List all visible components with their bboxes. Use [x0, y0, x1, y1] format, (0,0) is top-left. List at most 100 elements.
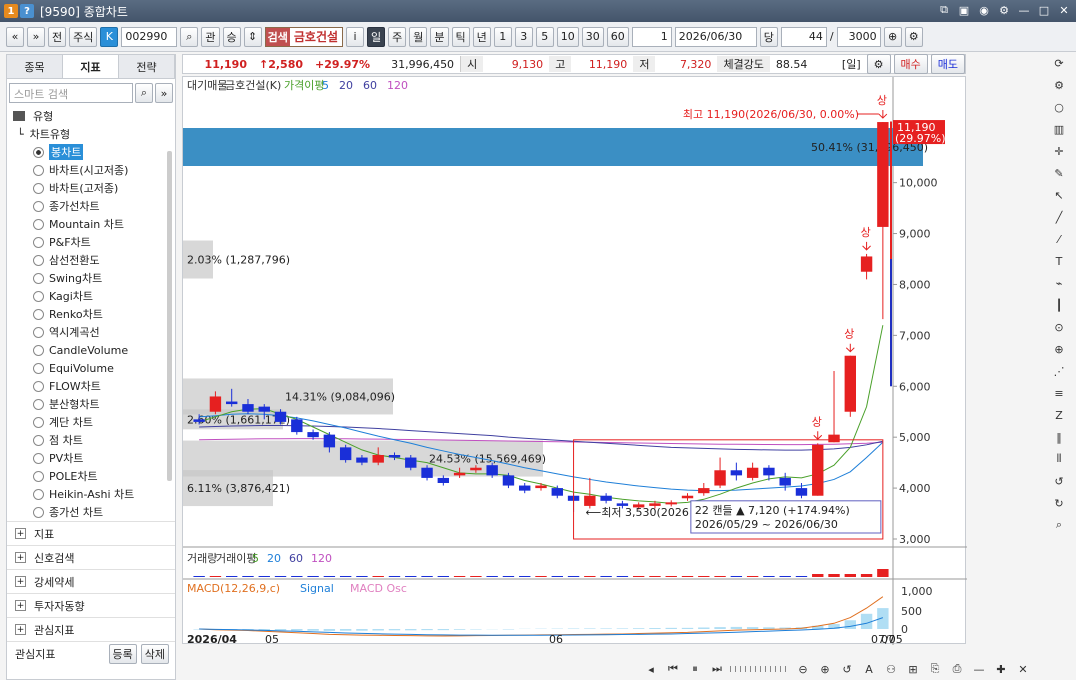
- bars-icon[interactable]: ‖: [1050, 428, 1068, 446]
- zoom-icon[interactable]: ⊕: [883, 26, 902, 47]
- gear-icon[interactable]: ⚙: [1050, 76, 1068, 94]
- chart-type-item[interactable]: 봉차트: [7, 143, 175, 161]
- pause-icon[interactable]: ⏸: [686, 660, 704, 678]
- chart-type-item[interactable]: 분산형차트: [7, 395, 175, 413]
- zoom-out-icon[interactable]: ⊖: [794, 660, 812, 678]
- chart-type-item[interactable]: Renko차트: [7, 305, 175, 323]
- circle-icon[interactable]: ○: [1050, 98, 1068, 116]
- minimize-icon[interactable]: —: [1016, 2, 1032, 18]
- export-icon[interactable]: ⎘: [926, 660, 944, 678]
- font-icon[interactable]: A: [860, 660, 878, 678]
- reset-icon[interactable]: ↺: [838, 660, 856, 678]
- tab-stocks[interactable]: 종목: [7, 55, 63, 78]
- chart-type-item[interactable]: 종가선차트: [7, 197, 175, 215]
- stock-type-select[interactable]: 주식: [69, 26, 98, 47]
- k-badge[interactable]: K: [100, 26, 119, 47]
- smart-search-input[interactable]: 스마트 검색: [9, 83, 133, 103]
- magnifier-icon[interactable]: ⊙: [1050, 318, 1068, 336]
- code-input[interactable]: 002990: [121, 26, 178, 47]
- num-5[interactable]: 5: [535, 26, 554, 47]
- jeon-button[interactable]: 전: [48, 26, 67, 47]
- tab-strategy[interactable]: 전략: [119, 55, 175, 78]
- count-input[interactable]: 44: [780, 26, 827, 47]
- num-1[interactable]: 1: [493, 26, 512, 47]
- chart-type-item[interactable]: 삼선전환도: [7, 251, 175, 269]
- help-icon[interactable]: ?: [20, 4, 34, 18]
- category-indicators[interactable]: + 지표: [7, 521, 175, 545]
- search-icon[interactable]: ⌕: [135, 83, 153, 103]
- close-icon[interactable]: ✕: [1056, 2, 1072, 18]
- num-3[interactable]: 3: [514, 26, 533, 47]
- auto-icon[interactable]: ⁄: [1050, 230, 1068, 248]
- text-icon[interactable]: T: [1050, 252, 1068, 270]
- period-minute[interactable]: 분: [430, 26, 449, 47]
- chart-type-item[interactable]: CandleVolume: [7, 341, 175, 359]
- grid-icon[interactable]: ⊞: [904, 660, 922, 678]
- zoom-icon[interactable]: ⊕: [1050, 340, 1068, 358]
- first-icon[interactable]: ⏮: [664, 660, 682, 678]
- candle-icon[interactable]: ┃: [1050, 296, 1068, 314]
- line-icon[interactable]: ╱: [1050, 208, 1068, 226]
- num-60[interactable]: 60: [606, 26, 629, 47]
- stock-name-box[interactable]: 검색 금호건설: [264, 26, 344, 47]
- chart-type-item[interactable]: 종가선 차트: [7, 503, 175, 521]
- unit-count-input[interactable]: 1: [631, 26, 672, 47]
- chart-type-item[interactable]: Mountain 차트: [7, 215, 175, 233]
- settings-icon[interactable]: ⚙: [996, 2, 1012, 18]
- info-button[interactable]: i: [346, 26, 365, 47]
- z-icon[interactable]: Z: [1050, 406, 1068, 424]
- chart-type-item[interactable]: P&F차트: [7, 233, 175, 251]
- sell-order-button[interactable]: 매도: [930, 54, 965, 74]
- chart-type-node[interactable]: └ 차트유형: [7, 125, 175, 143]
- stepper-button[interactable]: ⇕: [243, 26, 262, 47]
- chart-panel[interactable]: 대기매물 금호건설(K) 가격이평 5 20 60 120 3,000 4,000 5,000 6,…: [182, 76, 967, 646]
- dropdown-button[interactable]: »: [27, 26, 45, 47]
- period-month[interactable]: 월: [409, 26, 428, 47]
- chart-svg[interactable]: 대기매물금호건설(K) 가격이평5 20 60 1203,0004,0005,0006,…: [183, 77, 967, 646]
- pen-icon[interactable]: ✎: [1050, 164, 1068, 182]
- quote-settings-icon[interactable]: ⚙: [866, 54, 891, 74]
- num-30[interactable]: 30: [581, 26, 604, 47]
- last-icon[interactable]: ⏭: [708, 660, 726, 678]
- crosshair-icon[interactable]: ✛: [1050, 142, 1068, 160]
- max-input[interactable]: 3000: [836, 26, 881, 47]
- pointer-icon[interactable]: ↖: [1050, 186, 1068, 204]
- pattern-icon[interactable]: ⌁: [1050, 274, 1068, 292]
- chart-type-item[interactable]: 역시계곡선: [7, 323, 175, 341]
- search-button[interactable]: ⌕: [180, 26, 199, 47]
- chart-type-item[interactable]: 점 차트: [7, 431, 175, 449]
- prev-button[interactable]: «: [6, 26, 24, 47]
- chart-type-item[interactable]: EquiVolume: [7, 359, 175, 377]
- period-tick[interactable]: 틱: [451, 26, 470, 47]
- search-icon[interactable]: ⌕: [1050, 516, 1068, 534]
- maximize-icon[interactable]: □: [1036, 2, 1052, 18]
- camera-icon[interactable]: ◉: [976, 2, 992, 18]
- columns-icon[interactable]: ⦀: [1050, 450, 1068, 468]
- period-day[interactable]: 일: [367, 26, 386, 47]
- chart-type-item[interactable]: Heikin-Ashi 차트: [7, 485, 175, 503]
- chart-type-item[interactable]: 바차트(시고저종): [7, 161, 175, 179]
- save-icon[interactable]: ▣: [956, 2, 972, 18]
- print-icon[interactable]: ⎙: [948, 660, 966, 678]
- compare-icon[interactable]: ≡: [1050, 384, 1068, 402]
- pin-icon[interactable]: ⧉: [936, 2, 952, 18]
- period-week[interactable]: 주: [388, 26, 407, 47]
- category-favorites[interactable]: + 관심지표: [7, 617, 175, 641]
- chart-type-item[interactable]: Kagi차트: [7, 287, 175, 305]
- add-icon[interactable]: ✚: [992, 660, 1010, 678]
- zoom-slider[interactable]: [730, 666, 790, 672]
- chart-type-item[interactable]: 바차트(고저종): [7, 179, 175, 197]
- zoom-in-icon[interactable]: ⊕: [816, 660, 834, 678]
- register-button[interactable]: 등록: [108, 643, 137, 664]
- close-icon[interactable]: ✕: [1014, 660, 1032, 678]
- date-input[interactable]: 2026/06/30: [674, 26, 757, 47]
- buy-order-button[interactable]: 매수: [893, 54, 928, 74]
- sidebar-scrollbar[interactable]: [167, 151, 172, 481]
- num-10[interactable]: 10: [556, 26, 579, 47]
- chart-type-item[interactable]: FLOW차트: [7, 377, 175, 395]
- refresh-icon[interactable]: ⟳: [1050, 54, 1068, 72]
- period-year[interactable]: 년: [472, 26, 491, 47]
- chart-type-item[interactable]: 계단 차트: [7, 413, 175, 431]
- delete-button[interactable]: 삭제: [140, 643, 169, 664]
- undo-icon[interactable]: ↺: [1050, 472, 1068, 490]
